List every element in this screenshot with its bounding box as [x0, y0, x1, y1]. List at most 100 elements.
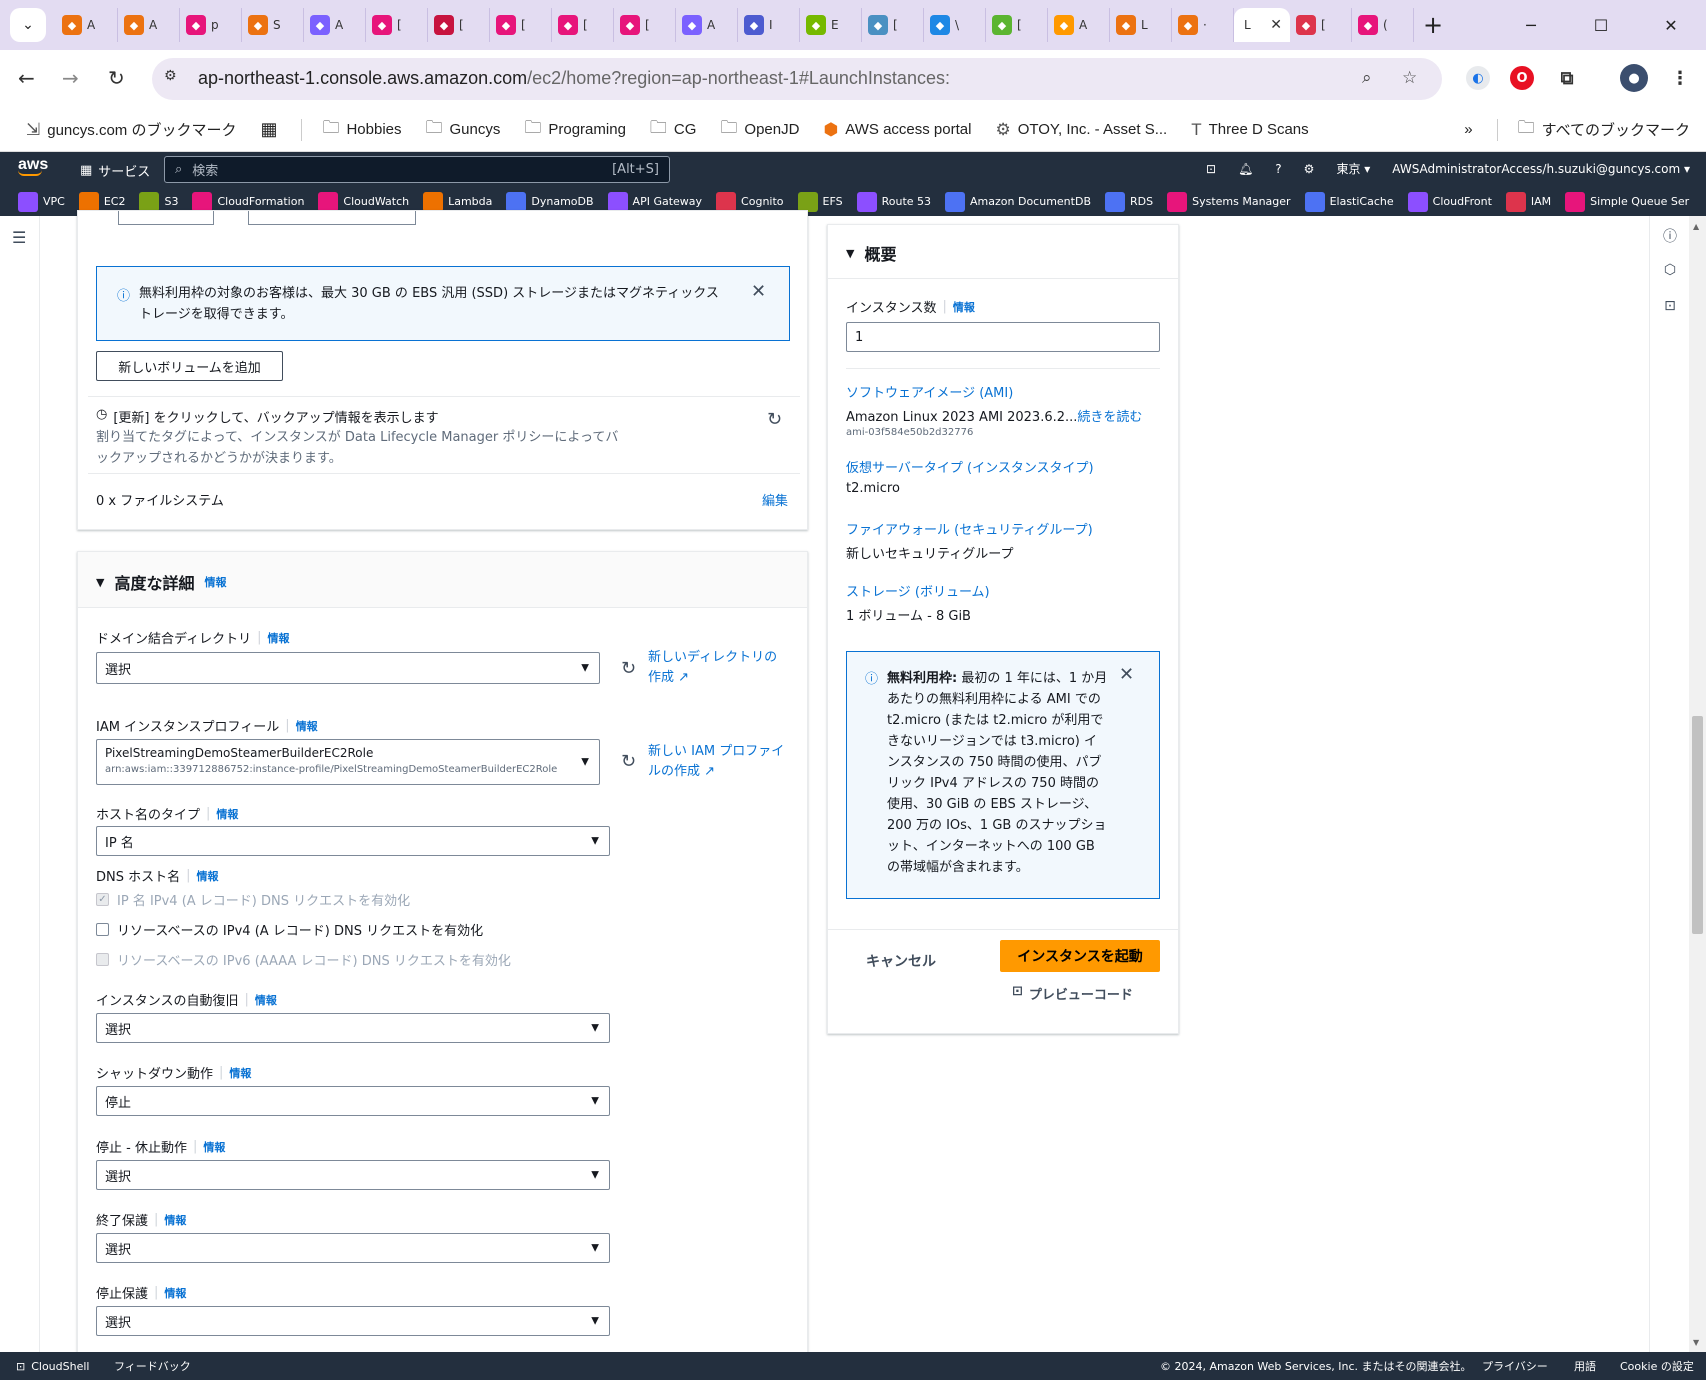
- scroll-down-icon[interactable]: ▼: [1693, 1338, 1699, 1347]
- termination-protection-select[interactable]: 選択 ▼: [96, 1233, 610, 1263]
- favorite-service-link[interactable]: CloudFront: [1407, 191, 1492, 212]
- browser-menu-icon[interactable]: ⋮: [1668, 66, 1692, 90]
- favorite-service-link[interactable]: Cognito: [716, 191, 784, 212]
- terms-link[interactable]: 用語: [1574, 1358, 1596, 1374]
- clipped-select[interactable]: [248, 211, 416, 225]
- zoom-icon[interactable]: ⌕: [1362, 68, 1372, 88]
- favorite-service-link[interactable]: Route 53: [856, 191, 931, 212]
- new-tab-button[interactable]: +: [1414, 8, 1452, 42]
- favorite-service-link[interactable]: RDS: [1105, 191, 1153, 212]
- refresh-icon[interactable]: ↻: [621, 658, 636, 679]
- services-menu-button[interactable]: ▦ サービス: [80, 161, 150, 180]
- cancel-button[interactable]: キャンセル: [866, 951, 936, 971]
- browser-tab[interactable]: ◆ p: [180, 8, 242, 42]
- notifications-icon[interactable]: 🔔︎: [1238, 162, 1253, 176]
- close-window-button[interactable]: ✕: [1636, 0, 1706, 50]
- domain-select[interactable]: 選択 ▼: [96, 652, 600, 684]
- tab-search-dropdown[interactable]: ⌄: [10, 8, 46, 42]
- scrollbar-thumb[interactable]: [1692, 716, 1703, 934]
- aws-logo[interactable]: aws: [18, 156, 48, 176]
- password-extension-icon[interactable]: ◐: [1466, 66, 1490, 90]
- storage-link[interactable]: ストレージ (ボリューム): [846, 581, 990, 600]
- maximize-button[interactable]: ☐: [1566, 0, 1636, 50]
- browser-tab[interactable]: ◆[: [614, 8, 676, 42]
- dismiss-alert-icon[interactable]: ✕: [751, 281, 766, 302]
- iam-profile-select[interactable]: PixelStreamingDemoSteamerBuilderEC2Role …: [96, 739, 600, 785]
- browser-tab[interactable]: ◆ \: [924, 8, 986, 42]
- info-link[interactable]: 情報: [229, 1065, 251, 1081]
- browser-tab[interactable]: ◆[: [428, 8, 490, 42]
- cloudshell-icon[interactable]: ⊡: [1206, 162, 1216, 176]
- extensions-icon[interactable]: ⧉: [1555, 66, 1579, 90]
- feedback-link[interactable]: フィードバック: [114, 1358, 191, 1374]
- info-link[interactable]: 情報: [216, 806, 238, 822]
- dismiss-alert-icon[interactable]: ✕: [1119, 664, 1134, 685]
- adblock-extension-icon[interactable]: O: [1510, 66, 1534, 90]
- browser-tab[interactable]: ◆[: [490, 8, 552, 42]
- favorite-service-link[interactable]: CloudFormation: [192, 191, 304, 212]
- bookmark-star-icon[interactable]: ☆: [1402, 68, 1417, 88]
- preview-code-button[interactable]: ⊡ プレビューコード: [1012, 984, 1133, 1003]
- all-bookmarks-folder[interactable]: 🗀︎ すべてのブックマーク: [1518, 115, 1690, 144]
- clipped-input[interactable]: [118, 211, 214, 225]
- back-icon[interactable]: ←: [18, 66, 35, 90]
- info-link[interactable]: 情報: [204, 574, 226, 590]
- info-link[interactable]: 情報: [164, 1285, 186, 1301]
- shutdown-behavior-select[interactable]: 停止 ▼: [96, 1086, 610, 1116]
- site-info-icon[interactable]: ⚙: [164, 68, 188, 90]
- bookmark-item[interactable]: 🗀︎ CG: [650, 115, 697, 144]
- aws-search-input[interactable]: ⌕ 検索 [Alt+S]: [164, 156, 670, 183]
- privacy-link[interactable]: プライバシー: [1482, 1358, 1548, 1374]
- bookmark-item[interactable]: 🗀︎ Hobbies: [322, 115, 401, 144]
- hostname-type-select[interactable]: IP 名 ▼: [96, 826, 610, 856]
- settings-icon[interactable]: ⚙: [1304, 162, 1315, 176]
- apps-grid-icon[interactable]: ▦: [260, 119, 277, 140]
- new-iam-profile-link[interactable]: 新しい IAM プロファイルの作成 ↗: [648, 742, 788, 782]
- bookmark-item[interactable]: 🗀︎ Programing: [524, 115, 626, 144]
- browser-tab[interactable]: ◆[: [986, 8, 1048, 42]
- launch-instance-button[interactable]: インスタンスを起動: [1000, 940, 1160, 972]
- profile-avatar[interactable]: ●: [1620, 64, 1648, 92]
- add-volume-button[interactable]: 新しいボリュームを追加: [96, 351, 283, 381]
- favorite-service-link[interactable]: Amazon DocumentDB: [945, 191, 1091, 212]
- browser-tab[interactable]: ◆[: [862, 8, 924, 42]
- refresh-icon[interactable]: ↻: [767, 409, 782, 430]
- favorite-service-link[interactable]: EFS: [797, 191, 843, 212]
- browser-tab[interactable]: ◆ A: [304, 8, 366, 42]
- favorite-service-link[interactable]: S3: [139, 191, 178, 212]
- favorite-service-link[interactable]: Systems Manager: [1167, 191, 1291, 212]
- more-bookmarks-icon[interactable]: »: [1464, 121, 1472, 138]
- info-panel-icon[interactable]: ⓘ: [1660, 226, 1680, 246]
- summary-header[interactable]: ▼ 概要: [828, 225, 1178, 279]
- auto-recovery-select[interactable]: 選択 ▼: [96, 1013, 610, 1043]
- hexagon-icon[interactable]: ⬡: [1660, 262, 1680, 282]
- favorite-service-link[interactable]: IAM: [1505, 191, 1551, 212]
- browser-tab[interactable]: ◆[: [1290, 8, 1352, 42]
- bookmark-item[interactable]: ⬢ AWS access portal: [823, 120, 971, 140]
- browser-tab[interactable]: ◆ A: [1048, 8, 1110, 42]
- favorite-service-link[interactable]: Simple Queue Ser: [1565, 191, 1689, 212]
- info-link[interactable]: 情報: [953, 299, 975, 315]
- minimize-button[interactable]: ─: [1496, 0, 1566, 50]
- advanced-header[interactable]: ▼ 高度な詳細 情報: [78, 552, 807, 608]
- page-scrollbar[interactable]: ▲ ▼: [1689, 216, 1706, 1352]
- browser-tab[interactable]: ◆(: [1352, 8, 1414, 42]
- browser-tab[interactable]: ◆ L: [1110, 8, 1172, 42]
- favorite-service-link[interactable]: Lambda: [423, 191, 492, 212]
- favorite-service-link[interactable]: API Gateway: [607, 191, 702, 212]
- instance-type-link[interactable]: 仮想サーバータイプ (インスタンスタイプ): [846, 457, 1094, 476]
- omnibox[interactable]: ⚙ ap-northeast-1.console.aws.amazon.com/…: [152, 58, 1442, 100]
- cookie-settings-link[interactable]: Cookie の設定: [1620, 1358, 1694, 1374]
- bookmark-item[interactable]: 🗀︎ Guncys: [426, 115, 501, 144]
- info-link[interactable]: 情報: [267, 630, 289, 646]
- security-group-link[interactable]: ファイアウォール (セキュリティグループ): [846, 519, 1093, 538]
- favorite-service-link[interactable]: ElastiCache: [1304, 191, 1394, 212]
- browser-tab[interactable]: ◆ E: [800, 8, 862, 42]
- url-text[interactable]: ap-northeast-1.console.aws.amazon.com/ec…: [198, 68, 950, 89]
- favorite-service-link[interactable]: VPC: [18, 191, 65, 212]
- hamburger-icon[interactable]: ☰: [12, 228, 26, 247]
- cloudshell-button[interactable]: ⊡ CloudShell: [16, 1360, 89, 1373]
- help-icon[interactable]: ?: [1275, 162, 1281, 176]
- active-browser-tab[interactable]: L ✕: [1234, 8, 1290, 42]
- favorite-service-link[interactable]: EC2: [78, 191, 125, 212]
